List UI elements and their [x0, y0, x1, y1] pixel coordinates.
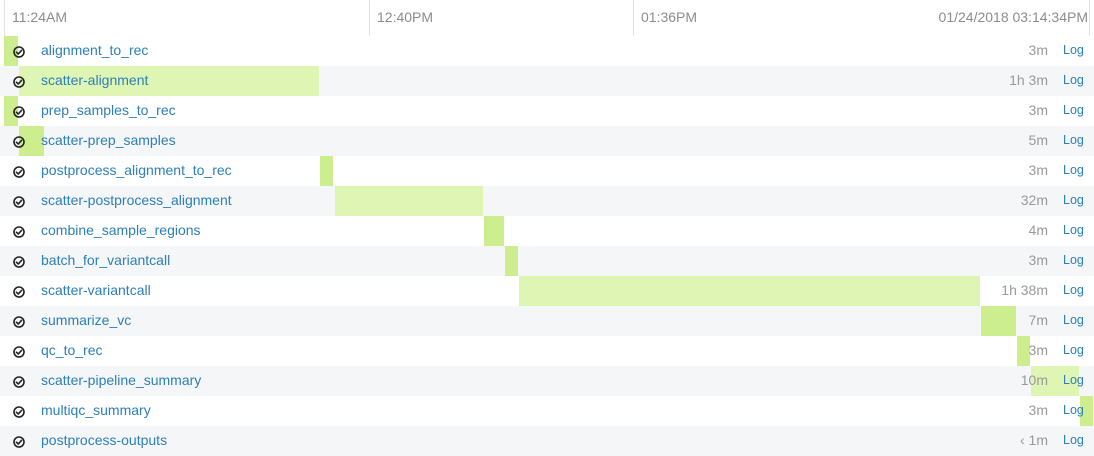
task-name-link[interactable]: postprocess-outputs — [41, 432, 167, 448]
task-duration-bar — [980, 306, 1016, 336]
task-row: alignment_to_rec 3m Log — [0, 36, 1094, 66]
task-name-link[interactable]: batch_for_variantcall — [41, 252, 170, 268]
task-name-link[interactable]: scatter-alignment — [41, 72, 148, 88]
task-duration: 32m — [1020, 192, 1048, 208]
log-link[interactable]: Log — [1063, 103, 1084, 117]
log-link[interactable]: Log — [1063, 313, 1084, 327]
task-row: prep_samples_to_rec 3m Log — [0, 96, 1094, 126]
task-name-link[interactable]: scatter-prep_samples — [41, 132, 176, 148]
log-link[interactable]: Log — [1063, 43, 1084, 57]
axis-tick — [4, 0, 5, 36]
task-name-link[interactable]: alignment_to_rec — [41, 42, 148, 58]
log-link[interactable]: Log — [1063, 193, 1084, 207]
task-duration: ‹ 1m — [1020, 432, 1048, 448]
task-row: multiqc_summary 3m Log — [0, 396, 1094, 426]
task-duration: 4m — [1028, 222, 1048, 238]
task-name-link[interactable]: prep_samples_to_rec — [41, 102, 176, 118]
check-circle-icon — [13, 225, 25, 238]
task-name-link[interactable]: summarize_vc — [41, 312, 131, 328]
task-row: scatter-alignment 1h 3m Log — [0, 66, 1094, 96]
axis-tick-label: 01:36PM — [641, 9, 698, 25]
task-duration: 3m — [1028, 342, 1048, 358]
check-circle-icon — [13, 255, 25, 268]
check-circle-icon — [13, 405, 25, 418]
check-circle-icon — [13, 105, 25, 118]
log-link[interactable]: Log — [1063, 73, 1084, 87]
log-link[interactable]: Log — [1063, 253, 1084, 267]
log-link[interactable]: Log — [1063, 163, 1084, 177]
check-circle-icon — [13, 165, 25, 178]
log-link[interactable]: Log — [1063, 283, 1084, 297]
check-circle-icon — [13, 135, 25, 148]
task-duration: 5m — [1028, 132, 1048, 148]
task-name-link[interactable]: qc_to_rec — [41, 342, 102, 358]
axis-tick — [369, 0, 370, 36]
axis-tick-label: 11:24AM — [12, 9, 67, 25]
task-row: scatter-postprocess_alignment 32m Log — [0, 186, 1094, 216]
task-row: qc_to_rec 3m Log — [0, 336, 1094, 366]
log-link[interactable]: Log — [1063, 343, 1084, 357]
task-name-link[interactable]: scatter-variantcall — [41, 282, 151, 298]
task-name-link[interactable]: postprocess_alignment_to_rec — [41, 162, 232, 178]
task-row: batch_for_variantcall 3m Log — [0, 246, 1094, 276]
axis-tick-label: 12:40PM — [377, 9, 434, 25]
task-duration: 3m — [1028, 402, 1048, 418]
log-link[interactable]: Log — [1063, 433, 1084, 447]
check-circle-icon — [13, 375, 25, 388]
task-name-link[interactable]: scatter-postprocess_alignment — [41, 192, 232, 208]
log-link[interactable]: Log — [1063, 403, 1084, 417]
task-row: scatter-pipeline_summary 10m Log — [0, 366, 1094, 396]
check-circle-icon — [13, 285, 25, 298]
check-circle-icon — [13, 315, 25, 328]
task-duration: 1h 3m — [1009, 72, 1048, 88]
axis-tick — [1089, 0, 1090, 36]
task-row: scatter-variantcall 1h 38m Log — [0, 276, 1094, 306]
task-duration-bar — [484, 216, 504, 246]
task-duration-bar — [519, 276, 980, 306]
task-name-link[interactable]: combine_sample_regions — [41, 222, 201, 238]
log-link[interactable]: Log — [1063, 223, 1084, 237]
axis-tick — [633, 0, 634, 36]
workflow-timeline: 11:24AM 12:40PM 01:36PM 01/24/2018 03:14:34… — [0, 0, 1094, 456]
check-circle-icon — [13, 195, 25, 208]
task-duration: 3m — [1028, 42, 1048, 58]
log-link[interactable]: Log — [1063, 133, 1084, 147]
task-duration: 3m — [1028, 102, 1048, 118]
axis-tick-label: 01/24/2018 03:14:34PM — [938, 9, 1088, 25]
check-circle-icon — [13, 75, 25, 88]
task-row: combine_sample_regions 4m Log — [0, 216, 1094, 246]
check-circle-icon — [13, 45, 25, 58]
time-axis: 11:24AM 12:40PM 01:36PM 01/24/2018 03:14:34… — [0, 0, 1094, 36]
task-duration-bar — [504, 246, 518, 276]
log-link[interactable]: Log — [1063, 373, 1084, 387]
task-duration-bar — [319, 156, 333, 186]
task-duration: 7m — [1028, 312, 1048, 328]
task-duration: 1h 38m — [1001, 282, 1048, 298]
check-circle-icon — [13, 345, 25, 358]
task-name-link[interactable]: multiqc_summary — [41, 402, 151, 418]
task-duration: 3m — [1028, 162, 1048, 178]
task-name-link[interactable]: scatter-pipeline_summary — [41, 372, 201, 388]
task-row: postprocess_alignment_to_rec 3m Log — [0, 156, 1094, 186]
task-row: scatter-prep_samples 5m Log — [0, 126, 1094, 156]
check-circle-icon — [13, 435, 25, 448]
task-duration: 3m — [1028, 252, 1048, 268]
task-row: summarize_vc 7m Log — [0, 306, 1094, 336]
task-duration: 10m — [1020, 372, 1048, 388]
task-duration-bar — [335, 186, 484, 216]
